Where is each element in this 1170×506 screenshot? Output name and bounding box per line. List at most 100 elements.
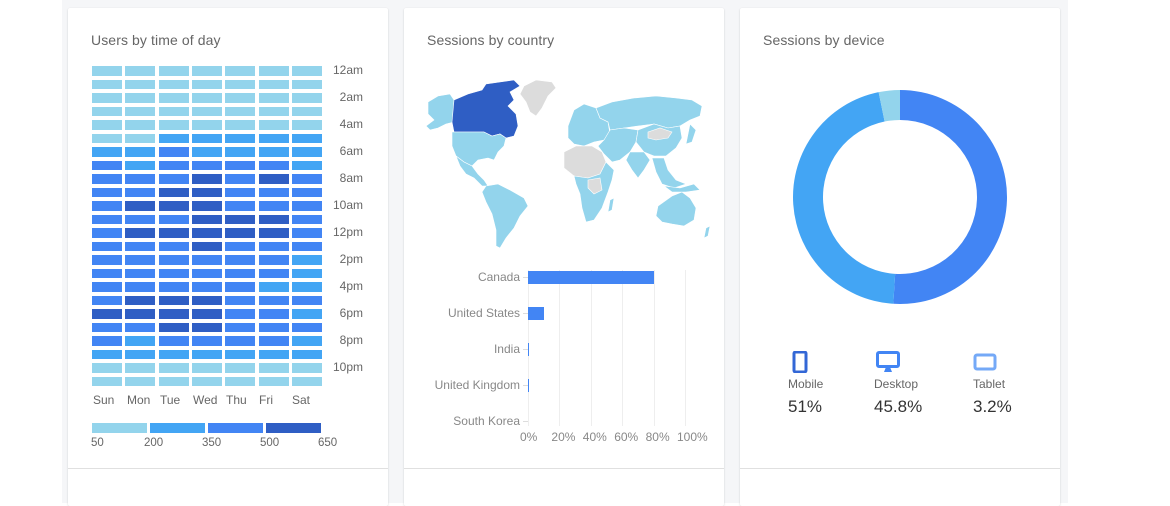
heatmap-cell[interactable] <box>158 120 189 130</box>
heatmap-cell[interactable] <box>158 228 189 238</box>
heatmap-cell[interactable] <box>191 201 222 211</box>
heatmap-cell[interactable] <box>225 187 256 197</box>
heatmap-cell[interactable] <box>125 322 156 332</box>
heatmap-cell[interactable] <box>291 268 322 278</box>
heatmap-cell[interactable] <box>225 309 256 319</box>
heatmap-cell[interactable] <box>225 282 256 292</box>
heatmap-cell[interactable] <box>92 93 122 103</box>
heatmap-cell[interactable] <box>291 349 322 359</box>
heatmap-cell[interactable] <box>191 174 222 184</box>
map-australia[interactable] <box>655 191 697 227</box>
heatmap-cell[interactable] <box>125 309 156 319</box>
heatmap-cell[interactable] <box>125 79 156 89</box>
heatmap-cell[interactable] <box>258 282 289 292</box>
map-alaska[interactable] <box>425 93 455 131</box>
heatmap-cell[interactable] <box>158 336 189 346</box>
heatmap-cell[interactable] <box>125 174 156 184</box>
heatmap-cell[interactable] <box>225 255 256 265</box>
heatmap-cell[interactable] <box>191 106 222 116</box>
heatmap-cell[interactable] <box>258 255 289 265</box>
heatmap-cell[interactable] <box>258 106 289 116</box>
heatmap-cell[interactable] <box>125 282 156 292</box>
heatmap-cell[interactable] <box>92 255 122 265</box>
map-madagascar[interactable] <box>607 197 615 213</box>
heatmap-cell[interactable] <box>92 309 122 319</box>
heatmap-cell[interactable] <box>125 66 156 76</box>
heatmap-cell[interactable] <box>158 309 189 319</box>
heatmap-cell[interactable] <box>191 336 222 346</box>
heatmap-cell[interactable] <box>225 349 256 359</box>
heatmap-cell[interactable] <box>225 241 256 251</box>
heatmap-cell[interactable] <box>225 228 256 238</box>
heatmap-cell[interactable] <box>92 160 122 170</box>
heatmap-cell[interactable] <box>158 295 189 305</box>
heatmap-cell[interactable] <box>158 201 189 211</box>
heatmap-cell[interactable] <box>92 133 122 143</box>
heatmap-cell[interactable] <box>191 79 222 89</box>
heatmap-cell[interactable] <box>92 201 122 211</box>
heatmap-cell[interactable] <box>258 147 289 157</box>
heatmap-cell[interactable] <box>92 174 122 184</box>
heatmap-cell[interactable] <box>258 187 289 197</box>
heatmap-cell[interactable] <box>258 201 289 211</box>
heatmap-cell[interactable] <box>258 133 289 143</box>
heatmap-cell[interactable] <box>158 66 189 76</box>
heatmap-cell[interactable] <box>158 376 189 386</box>
heatmap-cell[interactable] <box>158 255 189 265</box>
heatmap-cell[interactable] <box>225 174 256 184</box>
map-india[interactable] <box>625 151 651 179</box>
heatmap-cell[interactable] <box>158 214 189 224</box>
heatmap-cell[interactable] <box>125 268 156 278</box>
heatmap-cell[interactable] <box>158 268 189 278</box>
heatmap-cell[interactable] <box>291 376 322 386</box>
heatmap-cell[interactable] <box>258 349 289 359</box>
heatmap-cell[interactable] <box>225 160 256 170</box>
heatmap-cell[interactable] <box>125 106 156 116</box>
heatmap-cell[interactable] <box>125 214 156 224</box>
heatmap-cell[interactable] <box>125 363 156 373</box>
heatmap-cell[interactable] <box>291 187 322 197</box>
heatmap-cell[interactable] <box>258 214 289 224</box>
heatmap-cell[interactable] <box>92 187 122 197</box>
heatmap-cell[interactable] <box>258 79 289 89</box>
heatmap-cell[interactable] <box>191 160 222 170</box>
heatmap-cell[interactable] <box>258 228 289 238</box>
heatmap-cell[interactable] <box>158 147 189 157</box>
donut-slice-mobile[interactable] <box>893 90 1008 304</box>
heatmap-cell[interactable] <box>191 322 222 332</box>
heatmap-cell[interactable] <box>225 336 256 346</box>
heatmap-cell[interactable] <box>125 93 156 103</box>
heatmap-cell[interactable] <box>258 174 289 184</box>
map-japan[interactable] <box>685 123 697 145</box>
heatmap-cell[interactable] <box>125 120 156 130</box>
heatmap-cell[interactable] <box>258 268 289 278</box>
heatmap-cell[interactable] <box>291 241 322 251</box>
heatmap-cell[interactable] <box>291 106 322 116</box>
heatmap-cell[interactable] <box>225 214 256 224</box>
heatmap-cell[interactable] <box>291 79 322 89</box>
heatmap-cell[interactable] <box>158 241 189 251</box>
map-south-america[interactable] <box>481 183 529 249</box>
heatmap-cell[interactable] <box>125 241 156 251</box>
heatmap-cell[interactable] <box>225 295 256 305</box>
heatmap-cell[interactable] <box>258 93 289 103</box>
heatmap-cell[interactable] <box>258 295 289 305</box>
heatmap-cell[interactable] <box>125 133 156 143</box>
map-canada[interactable] <box>451 80 521 139</box>
heatmap-cell[interactable] <box>225 322 256 332</box>
heatmap-cell[interactable] <box>92 66 122 76</box>
heatmap-cell[interactable] <box>191 120 222 130</box>
heatmap-cell[interactable] <box>125 295 156 305</box>
heatmap-cell[interactable] <box>225 79 256 89</box>
heatmap-cell[interactable] <box>191 363 222 373</box>
donut-slice-desktop[interactable] <box>793 92 896 304</box>
heatmap-cell[interactable] <box>191 309 222 319</box>
heatmap-cell[interactable] <box>258 363 289 373</box>
heatmap-cell[interactable] <box>125 160 156 170</box>
heatmap-cell[interactable] <box>92 295 122 305</box>
heatmap-cell[interactable] <box>258 309 289 319</box>
heatmap-cell[interactable] <box>191 255 222 265</box>
heatmap-cell[interactable] <box>225 201 256 211</box>
heatmap-cell[interactable] <box>225 133 256 143</box>
heatmap-cell[interactable] <box>191 282 222 292</box>
